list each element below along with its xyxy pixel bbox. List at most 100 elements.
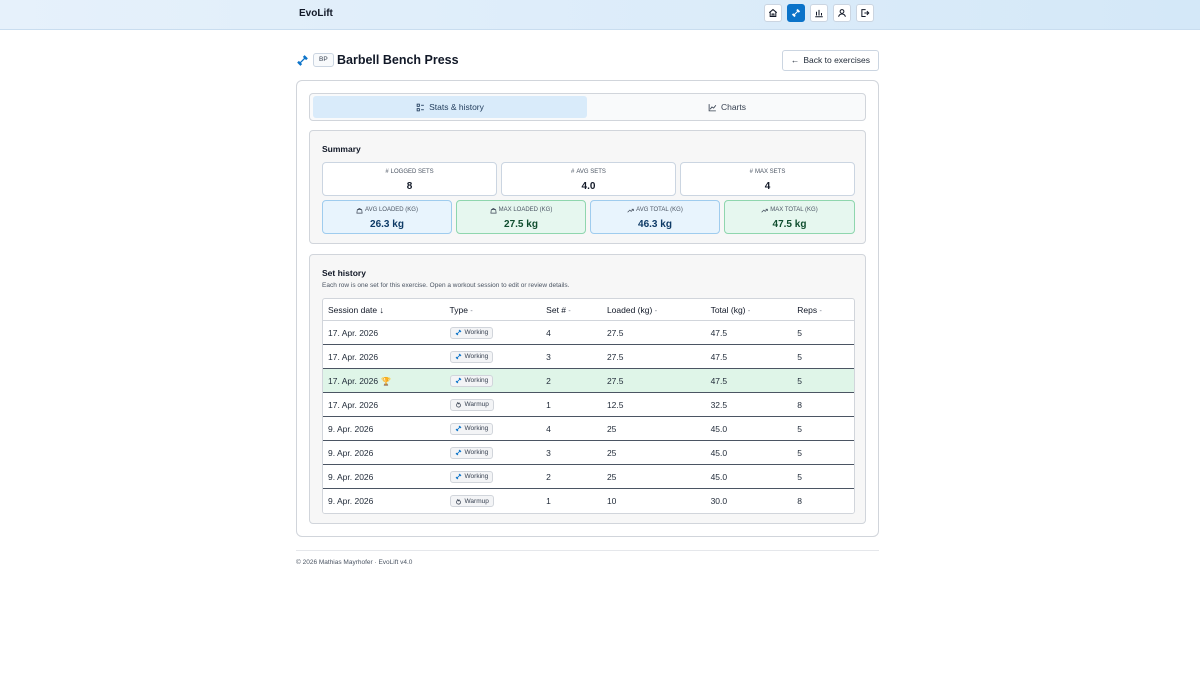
stat-value: 27.5 kg bbox=[504, 219, 538, 230]
back-to-exercises-button[interactable]: ← Back to exercises bbox=[781, 50, 879, 71]
dumbbell-icon bbox=[455, 329, 461, 336]
table-row[interactable]: 17. Apr. 2026 Warmup 1 12.5 32.5 8 bbox=[323, 393, 854, 417]
col-header-total[interactable]: Total (kg) - bbox=[706, 305, 793, 315]
cell-session-date[interactable]: 9. Apr. 2026 bbox=[323, 496, 445, 506]
nav-profile-button[interactable] bbox=[833, 4, 851, 22]
exercise-abbr-badge: BP bbox=[313, 53, 334, 67]
tab-charts[interactable]: Charts bbox=[590, 96, 864, 118]
col-header-loaded[interactable]: Loaded (kg) - bbox=[602, 305, 706, 315]
dumbbell-icon bbox=[455, 425, 461, 432]
line-chart-icon bbox=[708, 103, 717, 111]
sort-icon: - bbox=[470, 307, 473, 315]
stat-label: MAX TOTAL (KG) bbox=[770, 207, 818, 213]
col-header-type[interactable]: Type - bbox=[445, 305, 542, 315]
cell-reps: 5 bbox=[797, 447, 802, 458]
session-date-link[interactable]: 9. Apr. 2026 bbox=[328, 496, 373, 506]
stat-label: MAX LOADED (KG) bbox=[498, 207, 553, 213]
sort-desc-icon: ↓ bbox=[379, 304, 385, 315]
stat-avg-sets: # AVG SETS 4.0 bbox=[501, 162, 676, 196]
cell-type: Working bbox=[445, 470, 542, 483]
nav-home-button[interactable] bbox=[764, 4, 782, 22]
cell-session-date[interactable]: 17. Apr. 2026 bbox=[323, 328, 445, 338]
tab-label: Charts bbox=[720, 102, 747, 112]
list-icon bbox=[416, 103, 424, 111]
session-date-link[interactable]: 17. Apr. 2026 bbox=[328, 328, 378, 338]
cell-session-date[interactable]: 9. Apr. 2026 bbox=[323, 472, 445, 482]
cell-reps: 5 bbox=[797, 423, 802, 434]
back-button-label: Back to exercises bbox=[803, 55, 870, 65]
cell-session-date[interactable]: 9. Apr. 2026 bbox=[323, 424, 445, 434]
table-row[interactable]: 9. Apr. 2026 Working 2 25 45.0 5 bbox=[323, 465, 854, 489]
history-subtitle: Each row is one set for this exercise. O… bbox=[322, 282, 570, 289]
cell-set-number: 1 bbox=[546, 496, 551, 506]
set-type-label: Working bbox=[464, 425, 489, 432]
stat-value: 47.5 kg bbox=[772, 219, 807, 230]
stat-max-sets: # MAX SETS 4 bbox=[680, 162, 855, 196]
dumbbell-icon bbox=[791, 8, 801, 18]
session-date-link[interactable]: 9. Apr. 2026 bbox=[328, 424, 373, 434]
table-header: Session date ↓ Type - Set # - Loaded (kg… bbox=[323, 299, 854, 321]
cell-type: Working bbox=[445, 326, 542, 339]
set-type-label: Working bbox=[464, 353, 489, 360]
sort-icon: - bbox=[568, 307, 571, 315]
summary-section: Summary # LOGGED SETS 8 # AVG SETS 4.0 # MA… bbox=[309, 130, 866, 244]
session-date-link[interactable]: 17. Apr. 2026 bbox=[328, 376, 378, 386]
table-row[interactable]: 17. Apr. 2026 Working 4 27.5 47.5 5 bbox=[323, 321, 854, 345]
weight-icon bbox=[490, 207, 497, 213]
stat-label: MAX SETS bbox=[755, 169, 786, 175]
cell-loaded: 27.5 bbox=[606, 375, 624, 386]
cell-total: 45.0 bbox=[710, 423, 728, 434]
bar-chart-icon bbox=[815, 9, 823, 18]
stat-value: 26.3 kg bbox=[370, 219, 404, 230]
arrow-left-icon: ← bbox=[790, 55, 800, 65]
weight-icon bbox=[356, 207, 363, 213]
set-history-section: Set history Each row is one set for this… bbox=[309, 254, 866, 524]
session-date-link[interactable]: 17. Apr. 2026 bbox=[328, 400, 378, 410]
cell-session-date[interactable]: 17. Apr. 2026 🏆 bbox=[323, 376, 445, 386]
set-history-table: Session date ↓ Type - Set # - Loaded (kg… bbox=[322, 298, 855, 514]
nav-logout-button[interactable] bbox=[856, 4, 874, 22]
session-date-link[interactable]: 9. Apr. 2026 bbox=[328, 448, 373, 458]
cell-set-number: 3 bbox=[546, 351, 551, 362]
session-date-link[interactable]: 17. Apr. 2026 bbox=[328, 352, 378, 362]
set-type-label: Working bbox=[464, 377, 489, 384]
cell-session-date[interactable]: 17. Apr. 2026 bbox=[323, 352, 445, 362]
set-type-label: Working bbox=[464, 449, 489, 456]
table-row[interactable]: 17. Apr. 2026 🏆 Working 2 27.5 47.5 5 bbox=[323, 369, 854, 393]
col-header-session-date[interactable]: Session date ↓ bbox=[323, 305, 445, 315]
cell-type: Working bbox=[445, 350, 542, 363]
col-header-reps[interactable]: Reps - bbox=[792, 305, 854, 315]
cell-session-date[interactable]: 9. Apr. 2026 bbox=[323, 448, 445, 458]
cell-total: 45.0 bbox=[710, 447, 728, 458]
table-row[interactable]: 9. Apr. 2026 Working 4 25 45.0 5 bbox=[323, 417, 854, 441]
sort-icon: - bbox=[654, 307, 658, 315]
tab-stats-history[interactable]: Stats & history bbox=[313, 96, 587, 118]
cell-type: Working bbox=[445, 374, 542, 387]
exercise-card: Stats & history Charts Summary # LOGGED S… bbox=[296, 80, 879, 537]
cell-session-date[interactable]: 17. Apr. 2026 bbox=[323, 400, 445, 410]
cell-loaded: 25 bbox=[606, 471, 617, 482]
hash-icon: # bbox=[571, 169, 575, 175]
nav-exercises-button[interactable] bbox=[787, 4, 805, 22]
flame-icon bbox=[455, 401, 461, 408]
top-bar: EvoLift bbox=[0, 0, 1200, 30]
table-row[interactable]: 9. Apr. 2026 Working 3 25 45.0 5 bbox=[323, 441, 854, 465]
col-header-set[interactable]: Set # - bbox=[541, 305, 602, 315]
app-brand[interactable]: EvoLift bbox=[299, 8, 333, 19]
cell-set-number: 2 bbox=[546, 375, 551, 386]
dumbbell-icon bbox=[455, 449, 461, 456]
trophy-icon: 🏆 bbox=[381, 376, 392, 386]
cell-set-number: 3 bbox=[546, 447, 551, 458]
table-row[interactable]: 17. Apr. 2026 Working 3 27.5 47.5 5 bbox=[323, 345, 854, 369]
cell-loaded: 12.5 bbox=[606, 399, 624, 410]
table-row[interactable]: 9. Apr. 2026 Warmup 1 10 30.0 8 bbox=[323, 489, 854, 513]
nav-stats-button[interactable] bbox=[810, 4, 828, 22]
cell-total: 45.0 bbox=[710, 471, 728, 482]
stat-label: AVG TOTAL (KG) bbox=[636, 207, 683, 213]
summary-title: Summary bbox=[322, 144, 361, 154]
cell-total: 47.5 bbox=[710, 351, 728, 362]
stat-avg-loaded: AVG LOADED (KG) 26.3 kg bbox=[322, 200, 452, 234]
cell-set-number: 4 bbox=[546, 423, 551, 434]
set-type-badge: Working bbox=[449, 422, 494, 435]
session-date-link[interactable]: 9. Apr. 2026 bbox=[328, 472, 373, 482]
